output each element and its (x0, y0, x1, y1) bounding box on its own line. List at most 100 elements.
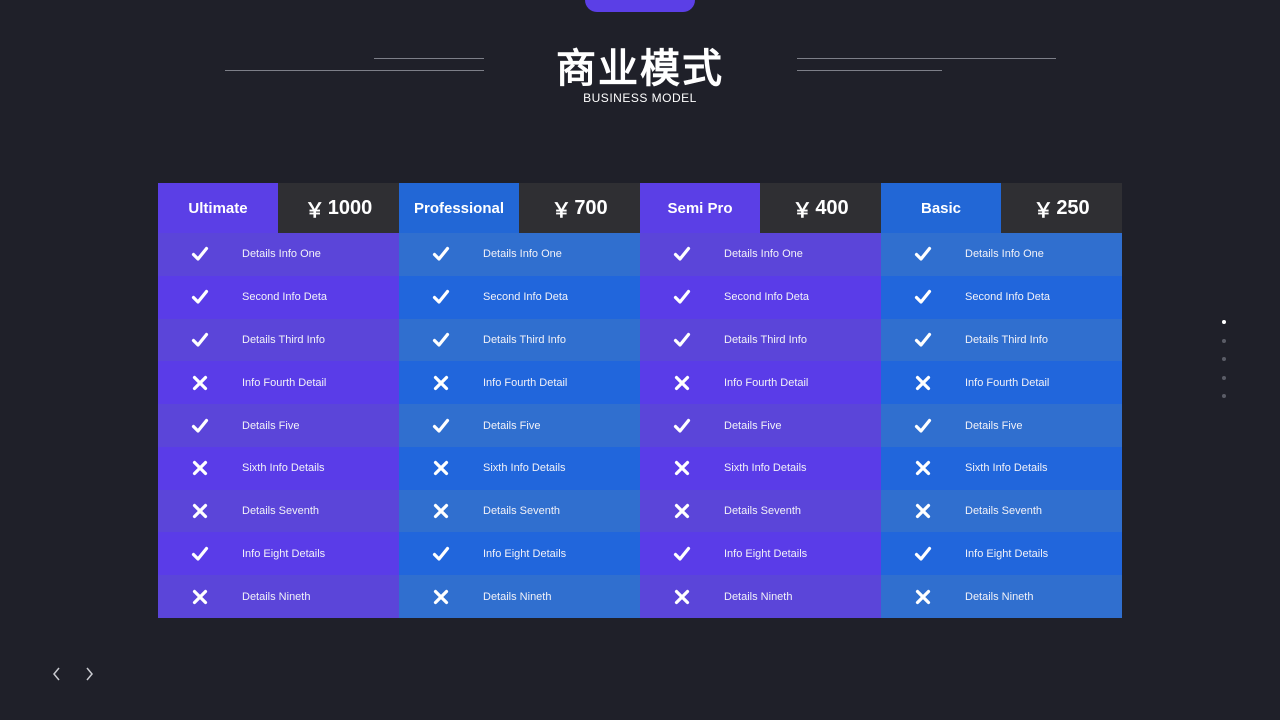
check-icon (640, 330, 724, 350)
feature-text: Info Eight Details (965, 547, 1049, 560)
check-icon (399, 544, 483, 564)
check-icon (158, 416, 242, 436)
feature-text: Details Five (965, 419, 1023, 432)
top-accent-tab (585, 0, 695, 12)
feature-row: Info Fourth Detail (640, 361, 881, 405)
plan-column-professional: Professional ￥ 700 Details Info One Second I… (399, 183, 640, 619)
feature-text: Sixth Info Details (483, 462, 566, 475)
plan-name: Semi Pro (640, 183, 760, 233)
feature-row: Details Nineth (881, 575, 1122, 619)
feature-text: Info Eight Details (483, 547, 567, 560)
plan-column-basic: Basic ￥ 250 Details Info One Second Info Det… (881, 183, 1122, 619)
feature-row: Details Seventh (158, 489, 399, 533)
feature-row: Details Third Info (399, 318, 640, 362)
cross-icon (640, 373, 724, 393)
plan-header: Basic ￥ 250 (881, 183, 1122, 233)
cross-icon (881, 587, 965, 607)
feature-text: Details Five (724, 419, 782, 432)
feature-row: Sixth Info Details (881, 446, 1122, 490)
cross-icon (158, 458, 242, 478)
feature-row: Info Fourth Detail (881, 361, 1122, 405)
feature-row: Second Info Deta (881, 275, 1122, 319)
decorative-line (225, 70, 484, 71)
feature-row: Details Five (399, 404, 640, 447)
cross-icon (399, 458, 483, 478)
cross-icon (158, 501, 242, 521)
check-icon (881, 416, 965, 436)
check-icon (399, 416, 483, 436)
feature-text: Details Third Info (242, 333, 325, 346)
feature-text: Details Info One (483, 248, 562, 261)
chevron-left-icon (53, 667, 60, 681)
plan-price: ￥ 1000 (278, 183, 399, 233)
pagination-dot[interactable] (1222, 375, 1226, 380)
feature-row: Info Eight Details (640, 532, 881, 576)
feature-text: Sixth Info Details (965, 462, 1048, 475)
feature-row: Details Nineth (158, 575, 399, 619)
feature-text: Details Nineth (483, 590, 552, 603)
feature-row: Info Eight Details (881, 532, 1122, 576)
feature-row: Details Info One (640, 233, 881, 276)
feature-text: Details Seventh (724, 505, 802, 518)
feature-row: Details Five (640, 404, 881, 447)
feature-row: Info Eight Details (158, 532, 399, 576)
feature-row: Details Nineth (399, 575, 640, 619)
pagination-dots (1222, 320, 1226, 413)
chevron-right-icon (86, 667, 93, 681)
plan-price: ￥ 400 (760, 183, 881, 233)
cross-icon (399, 587, 483, 607)
feature-row: Info Fourth Detail (158, 361, 399, 405)
feature-text: Sixth Info Details (724, 462, 807, 475)
next-slide-button[interactable] (80, 665, 98, 683)
check-icon (158, 244, 242, 264)
feature-text: Details Info One (965, 248, 1044, 261)
feature-text: Details Third Info (724, 333, 807, 346)
feature-row: Details Seventh (881, 489, 1122, 533)
pagination-dot[interactable] (1222, 320, 1226, 324)
plan-name: Basic (881, 183, 1001, 233)
feature-row: Sixth Info Details (158, 446, 399, 490)
pricing-table: Ultimate ￥ 1000 Details Info One Second Info… (158, 183, 1122, 619)
check-icon (158, 287, 242, 307)
feature-text: Details Seventh (965, 505, 1043, 518)
check-icon (640, 287, 724, 307)
cross-icon (399, 501, 483, 521)
pagination-dot[interactable] (1222, 338, 1226, 343)
feature-row: Details Info One (158, 233, 399, 276)
feature-text: Info Fourth Detail (965, 376, 1050, 389)
feature-row: Second Info Deta (640, 275, 881, 319)
plan-price: ￥ 700 (519, 183, 640, 233)
feature-text: Info Eight Details (724, 547, 808, 560)
plan-header: Ultimate ￥ 1000 (158, 183, 399, 233)
price-value: 700 (574, 196, 608, 219)
currency-symbol: ￥ (551, 199, 572, 222)
feature-row: Info Eight Details (399, 532, 640, 576)
pagination-dot[interactable] (1222, 357, 1226, 361)
pagination-dot[interactable] (1222, 394, 1226, 398)
feature-text: Info Fourth Detail (724, 376, 809, 389)
feature-row: Details Seventh (399, 489, 640, 533)
feature-text: Second Info Deta (483, 291, 569, 304)
cross-icon (881, 501, 965, 521)
plan-header: Professional ￥ 700 (399, 183, 640, 233)
feature-row: Details Third Info (640, 318, 881, 362)
feature-row: Details Info One (881, 233, 1122, 276)
feature-row: Second Info Deta (158, 275, 399, 319)
decorative-line (374, 58, 484, 59)
check-icon (399, 244, 483, 264)
feature-row: Details Seventh (640, 489, 881, 533)
feature-text: Details Five (483, 419, 541, 432)
check-icon (881, 544, 965, 564)
plan-name: Professional (399, 183, 519, 233)
feature-text: Details Nineth (724, 590, 793, 603)
currency-symbol: ￥ (304, 199, 325, 222)
check-icon (399, 287, 483, 307)
feature-text: Details Third Info (965, 333, 1048, 346)
prev-slide-button[interactable] (48, 665, 66, 683)
currency-symbol: ￥ (792, 199, 813, 222)
feature-row: Details Third Info (881, 318, 1122, 362)
feature-text: Details Five (242, 419, 300, 432)
feature-text: Details Info One (724, 248, 803, 261)
feature-text: Details Info One (242, 248, 321, 261)
check-icon (640, 416, 724, 436)
